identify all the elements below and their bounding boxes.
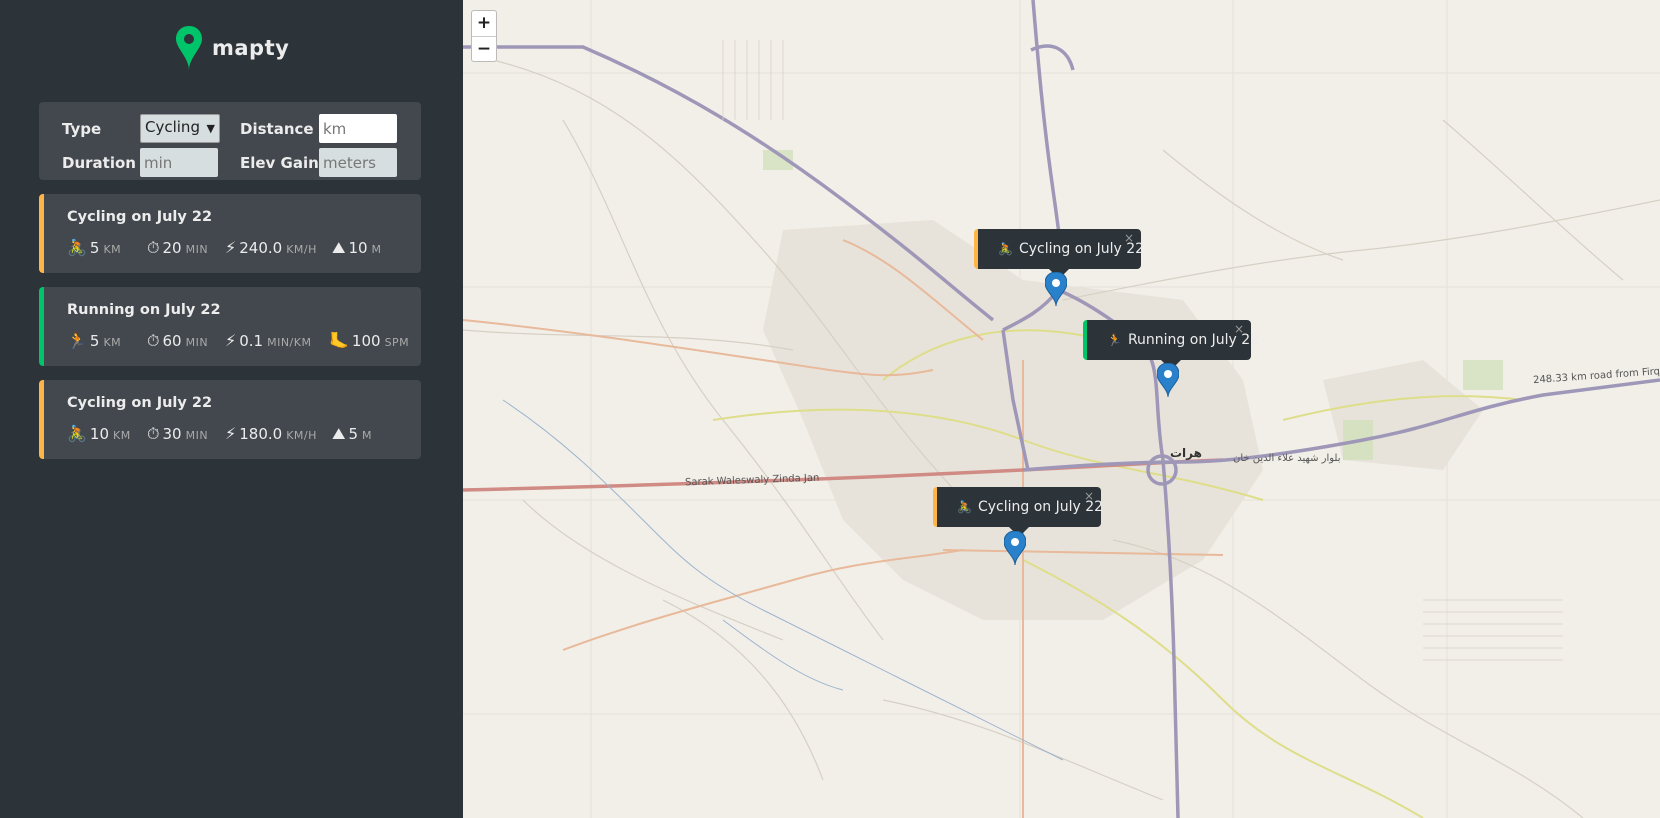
- workout-duration: ⏱ 60 MIN: [147, 331, 208, 351]
- pace-value: 0.1: [239, 332, 264, 350]
- lightning-icon: ⚡: [225, 424, 237, 443]
- workout-popup[interactable]: 🚴 Cycling on July 22 ×: [933, 487, 1103, 537]
- workout-speed: ⚡ 240.0 KM/H: [225, 238, 317, 257]
- speed-unit: KM/H: [286, 429, 317, 442]
- stopwatch-icon: ⏱: [147, 238, 160, 257]
- sidebar: mapty Type Cycling ▼ Distance km Duratio…: [0, 0, 463, 818]
- close-icon[interactable]: ×: [1084, 489, 1094, 503]
- duration-label: Duration: [62, 154, 136, 172]
- workout-title: Cycling on July 22: [67, 395, 213, 411]
- lightning-icon: ⚡: [225, 238, 237, 257]
- elev-gain-label: Elev Gain: [240, 154, 319, 172]
- workout-pace: ⚡ 0.1 MIN/KM: [225, 331, 311, 350]
- duration-unit: MIN: [185, 243, 209, 256]
- workout-item[interactable]: Cycling on July 22 🚴 5 KM ⏱ 20 MIN ⚡ 240…: [39, 194, 421, 273]
- map-label-boulevard: بلوار شهید علاء الدین خان: [1233, 453, 1341, 464]
- logo: mapty: [176, 26, 289, 70]
- type-label: Type: [62, 120, 102, 138]
- distance-label: Distance: [240, 120, 314, 138]
- workout-popup[interactable]: 🏃 Running on July 22 ×: [1083, 320, 1259, 370]
- speed-unit: KM/H: [286, 243, 317, 256]
- elevation-unit: M: [362, 429, 372, 442]
- workout-item[interactable]: Running on July 22 🏃 5 KM ⏱ 60 MIN ⚡ 0.1…: [39, 287, 421, 366]
- bike-icon: 🚴: [67, 238, 87, 257]
- distance-value: 5: [89, 332, 100, 350]
- workout-elevation: ⛰ 10 M: [332, 238, 382, 258]
- map-marker-icon[interactable]: [1004, 531, 1026, 565]
- duration-value: 60: [162, 332, 182, 350]
- map-marker-icon[interactable]: [1157, 363, 1179, 397]
- distance-unit: KM: [103, 243, 122, 256]
- runner-icon: 🏃: [67, 331, 87, 350]
- elevation-value: 10: [348, 239, 368, 257]
- duration-value: 20: [162, 239, 182, 257]
- type-select-value: Cycling: [145, 118, 200, 136]
- duration-unit: MIN: [185, 429, 209, 442]
- workout-distance: 🚴 5 KM: [67, 238, 121, 257]
- map-label-city: هرات: [1170, 446, 1202, 460]
- duration-unit: MIN: [185, 336, 209, 349]
- workout-item[interactable]: Cycling on July 22 🚴 10 KM ⏱ 30 MIN ⚡ 18…: [39, 380, 421, 459]
- map[interactable]: هرات Sarak Waleswaly Zinda Jan 248.33 km…: [463, 0, 1660, 818]
- workout-speed: ⚡ 180.0 KM/H: [225, 424, 317, 443]
- distance-placeholder: km: [323, 119, 347, 138]
- workout-duration: ⏱ 20 MIN: [147, 238, 208, 258]
- distance-input[interactable]: km: [319, 114, 397, 143]
- distance-unit: KM: [113, 429, 131, 442]
- pace-unit: MIN/KM: [267, 336, 312, 349]
- close-icon[interactable]: ×: [1234, 322, 1244, 336]
- workout-duration: ⏱ 30 MIN: [147, 424, 208, 444]
- workout-popup[interactable]: 🚴 Cycling on July 22 ×: [974, 229, 1144, 279]
- distance-value: 10: [89, 425, 110, 443]
- distance-value: 5: [89, 239, 100, 257]
- workout-title: Running on July 22: [67, 302, 221, 318]
- duration-value: 30: [162, 425, 182, 443]
- zoom-in-button[interactable]: +: [472, 11, 496, 36]
- runner-icon: 🏃: [1107, 333, 1122, 347]
- elevation-unit: M: [371, 243, 382, 256]
- map-pin-icon: [176, 26, 202, 70]
- workout-cadence: 🦶 100 SPM: [329, 331, 409, 350]
- cadence-unit: SPM: [384, 336, 410, 349]
- duration-placeholder: min: [144, 153, 173, 172]
- mountain-icon: ⛰: [332, 238, 346, 257]
- elev-gain-input[interactable]: meters: [319, 148, 397, 177]
- duration-input[interactable]: min: [140, 148, 218, 177]
- elev-gain-placeholder: meters: [323, 153, 376, 172]
- elevation-value: 5: [348, 425, 358, 443]
- mountain-icon: ⛰: [332, 424, 346, 443]
- workout-form: Type Cycling ▼ Distance km Duration min …: [39, 102, 421, 180]
- zoom-control: + −: [471, 10, 497, 62]
- cadence-value: 100: [351, 332, 381, 350]
- stopwatch-icon: ⏱: [147, 424, 160, 443]
- speed-value: 180.0: [239, 425, 283, 443]
- bike-icon: 🚴: [957, 500, 972, 514]
- workout-elevation: ⛰ 5 M: [332, 424, 372, 444]
- workout-distance: 🏃 5 KM: [67, 331, 121, 350]
- stopwatch-icon: ⏱: [147, 331, 160, 350]
- workout-title: Cycling on July 22: [67, 209, 213, 225]
- distance-unit: KM: [103, 336, 122, 349]
- close-icon[interactable]: ×: [1124, 231, 1134, 245]
- bike-icon: 🚴: [998, 242, 1013, 256]
- app-name: mapty: [212, 36, 290, 60]
- chevron-down-icon: ▼: [206, 122, 215, 135]
- map-marker-icon[interactable]: [1045, 272, 1067, 306]
- lightning-icon: ⚡: [225, 331, 237, 350]
- workout-distance: 🚴 10 KM: [67, 424, 131, 443]
- bike-icon: 🚴: [67, 424, 87, 443]
- zoom-out-button[interactable]: −: [472, 36, 496, 61]
- map-tiles[interactable]: [463, 0, 1660, 818]
- foot-icon: 🦶: [329, 331, 349, 350]
- type-select[interactable]: Cycling ▼: [140, 114, 220, 143]
- speed-value: 240.0: [239, 239, 283, 257]
